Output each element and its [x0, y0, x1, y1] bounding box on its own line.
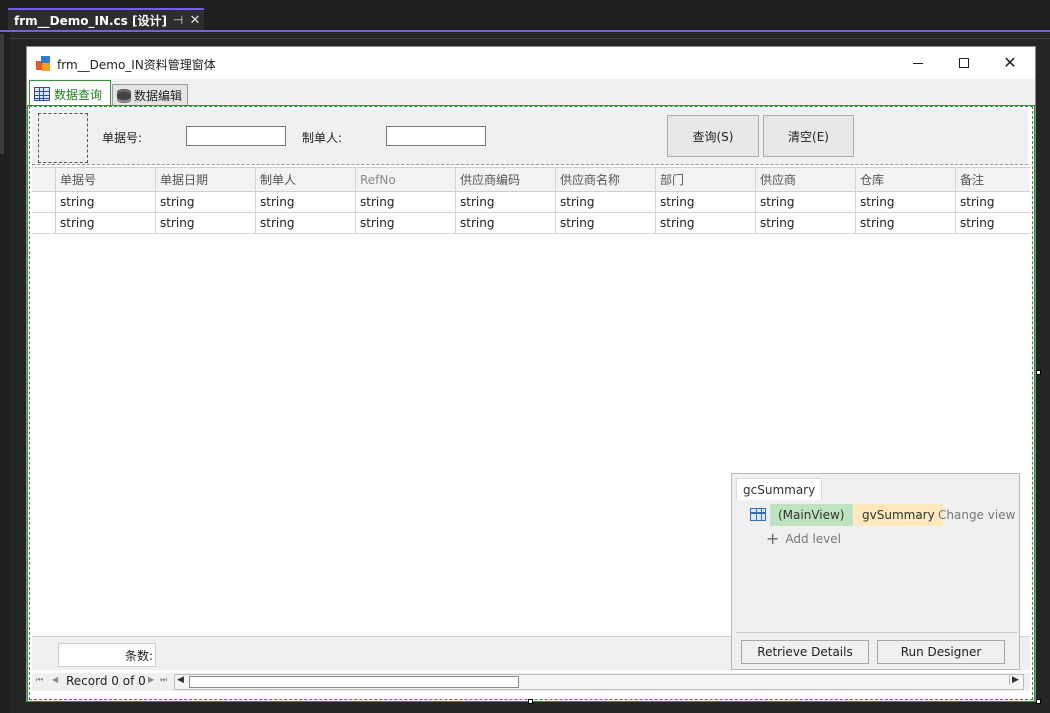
table-row[interactable]: string string string string string strin… [32, 213, 1030, 234]
plus-icon: + [766, 529, 780, 548]
column-header[interactable]: 制单人 [256, 168, 356, 191]
add-level-link[interactable]: + Add level [766, 529, 841, 548]
close-button[interactable]: ✕ [987, 47, 1033, 79]
table-cell[interactable]: string [956, 192, 1030, 212]
table-cell[interactable]: string [756, 192, 856, 212]
table-cell[interactable]: string [256, 192, 356, 212]
table-cell[interactable]: string [556, 192, 656, 212]
run-designer-button[interactable]: Run Designer [877, 640, 1005, 664]
grid-header: 单据号 单据日期 制单人 RefNo 供应商编码 供应商名称 部门 供应商 仓库… [32, 167, 1030, 192]
table-cell[interactable]: string [56, 192, 156, 212]
scroll-left-icon[interactable]: ◀ [177, 675, 184, 685]
form-title-bar[interactable]: frm__Demo_IN资料管理窗体 ✕ [27, 47, 1035, 79]
horizontal-scrollbar[interactable]: ◀ ▶ [174, 674, 1024, 690]
pin-icon[interactable]: ⊣ [170, 13, 186, 27]
table-cell[interactable]: string [356, 213, 456, 233]
minimize-icon [913, 62, 923, 64]
maximize-icon [959, 58, 969, 68]
close-icon: ✕ [1003, 53, 1017, 72]
query-button[interactable]: 查询(S) [667, 115, 759, 157]
minimize-button[interactable] [895, 47, 941, 79]
level-designer-divider [736, 632, 1017, 633]
table-cell[interactable]: string [856, 213, 956, 233]
tab-label: 数据编辑 [134, 89, 183, 103]
maximize-button[interactable] [941, 47, 987, 79]
record-counter: Record 0 of 0 [66, 674, 146, 688]
first-record-icon[interactable]: ⏮ [36, 675, 43, 685]
column-header[interactable]: 供应商编码 [456, 168, 556, 191]
record-navigator: ⏮ ◀ Record 0 of 0 ▶ ⏭ ◀ ▶ [32, 673, 1030, 691]
table-cell[interactable]: string [456, 192, 556, 212]
table-cell[interactable]: string [156, 192, 256, 212]
table-cell[interactable]: string [356, 192, 456, 212]
last-record-icon[interactable]: ⏭ [160, 675, 167, 685]
clear-button[interactable]: 清空(E) [763, 115, 854, 157]
toolbox-strip[interactable] [0, 34, 4, 154]
document-tab-form-designer[interactable]: frm__Demo_IN.cs [设计] ⊣ ✕ [8, 8, 204, 30]
scroll-right-icon[interactable]: ▶ [1009, 675, 1021, 685]
change-view-link[interactable]: Change view [934, 504, 1019, 526]
resize-handle-corner[interactable] [1036, 699, 1041, 704]
next-record-icon[interactable]: ▶ [148, 675, 154, 684]
view-name-chip[interactable]: gvSummary [854, 504, 943, 526]
grid-icon [34, 87, 50, 101]
count-summary: 条数: [58, 643, 156, 667]
add-level-label: Add level [785, 532, 841, 546]
column-header[interactable]: RefNo [356, 168, 456, 191]
document-tab-strip: frm__Demo_IN.cs [设计] ⊣ ✕ [0, 0, 1050, 32]
tab-label: 数据查询 [54, 87, 103, 102]
column-header[interactable]: 供应商 [756, 168, 856, 191]
table-cell[interactable]: string [656, 192, 756, 212]
search-panel: 单据号: 制单人: 查询(S) 清空(E) [32, 109, 1028, 165]
picture-placeholder[interactable] [38, 113, 88, 163]
main-view-chip[interactable]: (MainView) [770, 504, 853, 526]
maker-input[interactable] [386, 126, 486, 146]
table-cell[interactable]: string [756, 213, 856, 233]
document-tab-title: frm__Demo_IN.cs [设计] [14, 13, 167, 28]
scrollbar-thumb[interactable] [189, 676, 519, 688]
column-header[interactable]: 仓库 [856, 168, 956, 191]
tab-data-edit[interactable]: 数据编辑 [112, 84, 188, 106]
row-indicator[interactable] [32, 192, 56, 212]
column-header[interactable]: 单据日期 [156, 168, 256, 191]
resize-handle-bottom[interactable] [528, 699, 533, 704]
app-logo-icon [36, 56, 52, 72]
table-cell[interactable]: string [556, 213, 656, 233]
database-icon [117, 88, 131, 103]
table-cell[interactable]: string [156, 213, 256, 233]
resize-handle-right[interactable] [1036, 370, 1041, 375]
column-header[interactable]: 部门 [656, 168, 756, 191]
column-header[interactable]: 备注 [956, 168, 1030, 191]
column-header[interactable]: 单据号 [56, 168, 156, 191]
grid-control-name: gcSummary [736, 478, 823, 500]
count-label: 条数: [124, 648, 153, 663]
prev-record-icon[interactable]: ◀ [52, 675, 58, 684]
grid-level-designer: gcSummary (MainView) gvSummary Change vi… [731, 473, 1020, 670]
table-cell[interactable]: string [656, 213, 756, 233]
form-title: frm__Demo_IN资料管理窗体 [57, 58, 216, 72]
tab-data-query[interactable]: 数据查询 [29, 80, 111, 107]
table-row[interactable]: string string string string string strin… [32, 192, 1030, 213]
view-grid-icon [750, 508, 766, 521]
row-indicator-header [32, 168, 56, 191]
bill-no-label: 单据号: [102, 131, 143, 145]
table-cell[interactable]: string [256, 213, 356, 233]
row-indicator[interactable] [32, 213, 56, 233]
designer-divider [10, 38, 1050, 39]
table-cell[interactable]: string [56, 213, 156, 233]
close-icon[interactable]: ✕ [186, 13, 204, 28]
retrieve-details-button[interactable]: Retrieve Details [741, 640, 869, 664]
maker-label: 制单人: [302, 131, 343, 145]
table-cell[interactable]: string [456, 213, 556, 233]
bill-no-input[interactable] [186, 126, 286, 146]
table-cell[interactable]: string [856, 192, 956, 212]
table-cell[interactable]: string [956, 213, 1030, 233]
column-header[interactable]: 供应商名称 [556, 168, 656, 191]
